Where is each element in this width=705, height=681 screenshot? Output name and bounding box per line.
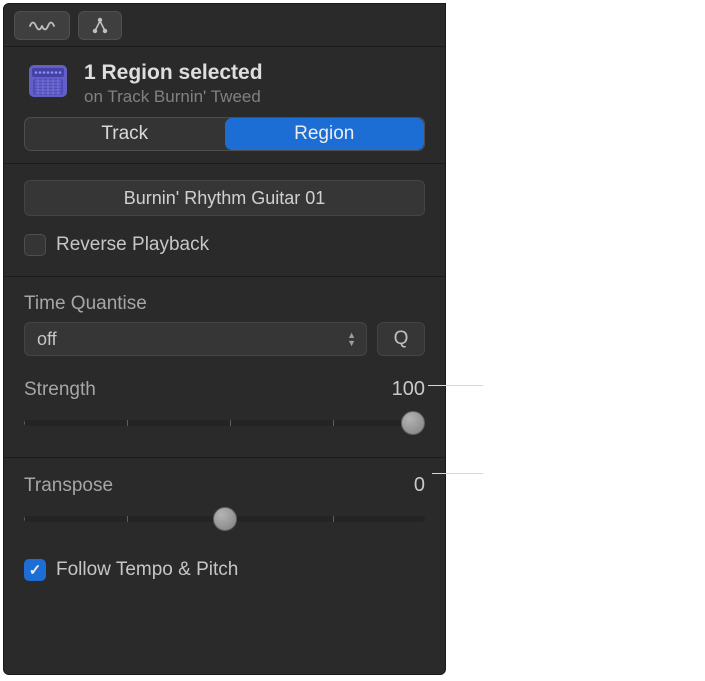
tab-bar: Track Region	[4, 117, 445, 163]
transpose-section: Transpose 0 Follow Tempo & Pitch	[4, 457, 445, 601]
region-type-icon	[26, 61, 70, 101]
time-quantise-section: Time Quantise off ▲▼ Q Strength 100	[4, 276, 445, 457]
region-name-field[interactable]: Burnin' Rhythm Guitar 01	[24, 180, 425, 216]
slider-track	[24, 420, 425, 426]
top-icon-bar	[4, 4, 445, 47]
selection-subtitle: on Track Burnin' Tweed	[84, 87, 263, 107]
callout-line	[428, 385, 483, 386]
strength-row: Strength 100	[24, 378, 425, 401]
inspector-header: 1 Region selected on Track Burnin' Tweed	[4, 47, 445, 117]
transpose-value: 0	[414, 474, 425, 497]
strength-value: 100	[392, 378, 425, 401]
selection-title: 1 Region selected	[84, 61, 263, 85]
region-inspector-panel: 1 Region selected on Track Burnin' Tweed…	[3, 3, 446, 675]
slider-thumb[interactable]	[401, 411, 425, 435]
follow-tempo-label: Follow Tempo & Pitch	[56, 559, 238, 581]
transpose-label: Transpose	[24, 475, 113, 497]
transpose-row: Transpose 0	[24, 474, 425, 497]
header-text: 1 Region selected on Track Burnin' Tweed	[84, 61, 263, 107]
reverse-playback-row: Reverse Playback	[24, 234, 425, 256]
quantise-button[interactable]: Q	[377, 322, 425, 356]
follow-tempo-checkbox[interactable]	[24, 559, 46, 581]
strength-label: Strength	[24, 379, 96, 401]
callout-line	[432, 473, 483, 474]
slider-thumb[interactable]	[213, 507, 237, 531]
transpose-slider[interactable]	[24, 505, 425, 533]
time-quantise-value: off	[37, 329, 57, 350]
stepper-arrows-icon: ▲▼	[347, 331, 356, 347]
options-button[interactable]	[78, 11, 122, 40]
view-mode-button[interactable]	[14, 11, 70, 40]
wave-icon	[29, 18, 55, 34]
node-icon	[91, 16, 109, 36]
time-quantise-label: Time Quantise	[24, 293, 425, 315]
region-name-section: Burnin' Rhythm Guitar 01 Reverse Playbac…	[4, 163, 445, 276]
tab-track[interactable]: Track	[25, 118, 225, 150]
reverse-playback-checkbox[interactable]	[24, 234, 46, 256]
reverse-playback-label: Reverse Playback	[56, 234, 209, 256]
tab-region[interactable]: Region	[225, 118, 425, 150]
strength-slider[interactable]	[24, 409, 425, 437]
segmented-control: Track Region	[24, 117, 425, 151]
amp-icon	[27, 62, 69, 100]
follow-tempo-row: Follow Tempo & Pitch	[24, 559, 425, 581]
time-quantise-popup[interactable]: off ▲▼	[24, 322, 367, 356]
